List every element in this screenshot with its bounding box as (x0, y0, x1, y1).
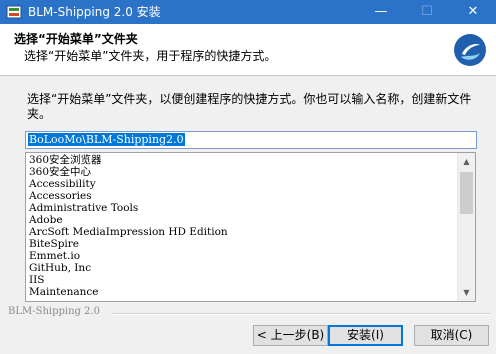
folder-list-item[interactable]: Accessibility (29, 178, 454, 190)
back-button[interactable]: < 上一步(B) (253, 325, 328, 346)
start-menu-folder-input[interactable]: BoLooMo\BLM-Shipping2.0 (25, 131, 477, 149)
folder-list-item[interactable]: IIS (29, 274, 454, 286)
title-bar: BLM-Shipping 2.0 安装 — ☐ ✕ (0, 0, 496, 24)
window-title: BLM-Shipping 2.0 安装 (28, 5, 161, 19)
folder-list-item[interactable]: 360安全中心 (29, 166, 454, 178)
scroll-down-arrow-icon[interactable]: ▼ (458, 284, 475, 301)
minimize-button[interactable]: — (358, 0, 404, 24)
folder-input-value: BoLooMo\BLM-Shipping2.0 (28, 133, 185, 146)
page-subtitle: 选择“开始菜单”文件夹，用于程序的快捷方式。 (24, 49, 277, 63)
cancel-button[interactable]: 取消(C) (414, 325, 489, 346)
folder-list-item[interactable]: ArcSoft MediaImpression HD Edition (29, 226, 454, 238)
folder-list-item[interactable]: Administrative Tools (29, 202, 454, 214)
folder-list-item[interactable]: GitHub, Inc (29, 262, 454, 274)
vertical-scrollbar[interactable]: ▲ ▼ (457, 153, 475, 301)
footer-divider (112, 313, 490, 315)
brand-logo-icon (454, 34, 486, 66)
folder-list-item[interactable]: Adobe (29, 214, 454, 226)
instruction-text: 选择“开始菜单”文件夹，以便创建程序的快捷方式。你也可以输入名称，创建新文件夹。 (27, 92, 472, 121)
folder-list-item[interactable]: Emmet.io (29, 250, 454, 262)
installer-brand-label: BLM-Shipping 2.0 (8, 306, 101, 317)
maximize-button: ☐ (421, 4, 433, 19)
installer-app-icon (6, 5, 22, 19)
close-button[interactable]: ✕ (450, 0, 496, 24)
folder-list-item[interactable]: Maintenance (29, 286, 454, 298)
folder-list-item[interactable]: BiteSpire (29, 238, 454, 250)
folder-list-item[interactable]: 360安全浏览器 (29, 154, 454, 166)
folder-list-items: 360安全浏览器 360安全中心 Accessibility Accessories A… (29, 154, 454, 298)
page-header: 选择“开始菜单”文件夹 选择“开始菜单”文件夹，用于程序的快捷方式。 (0, 24, 496, 76)
start-menu-folder-list[interactable]: 360安全浏览器 360安全中心 Accessibility Accessories A… (25, 152, 476, 302)
install-button[interactable]: 安装(I) (328, 325, 403, 346)
page-title: 选择“开始菜单”文件夹 (14, 32, 138, 46)
scrollbar-thumb[interactable] (460, 172, 473, 214)
scroll-up-arrow-icon[interactable]: ▲ (458, 153, 475, 170)
folder-list-item[interactable]: Accessories (29, 190, 454, 202)
